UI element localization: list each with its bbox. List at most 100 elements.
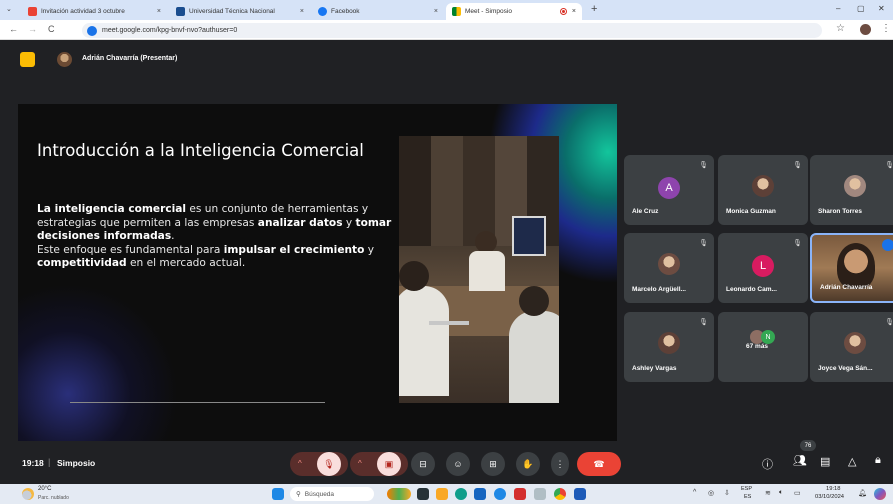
menu-icon[interactable]: ⋮ [881,23,891,34]
tray-chevron-icon[interactable]: ^ [693,489,696,496]
activities-icon[interactable]: △ [848,455,856,468]
close-window-button[interactable]: ✕ [878,4,885,13]
bookmark-star-icon[interactable]: ☆ [836,23,845,34]
volume-icon[interactable]: 🔈︎ [779,489,783,497]
participant-name: Ale Cruz [632,208,659,215]
tab-title: Facebook [331,8,360,15]
host-controls-icon[interactable]: 🔒︎ [875,454,881,467]
participant-avatar [658,253,680,275]
slide-divider [70,402,325,403]
weather-icon[interactable] [22,488,34,500]
mic-off-icon: 🎙︎ [699,162,708,169]
windows-start-icon[interactable] [272,488,284,500]
word-icon[interactable] [574,488,586,500]
weather-desc: Parc. nublado [38,495,69,501]
captions-button[interactable]: ⊟ [411,452,435,476]
camera-toggle-button[interactable]: ▣ [377,452,401,476]
mic-off-icon: 🎙︎ [885,162,893,169]
participant-tile[interactable]: A 🎙︎ Ale Cruz [624,155,714,225]
emoji-icon: ☺ [453,459,463,469]
participant-tile[interactable]: 🎙︎ Marcelo Argüell... [624,233,714,303]
profile-avatar[interactable] [860,24,871,35]
tab-meet[interactable]: Meet - Simposio × [446,3,582,20]
language-indicator[interactable]: ESP [741,486,752,492]
taskbar-search-box[interactable]: ⚲ Búsqueda [290,487,374,501]
video-options-chevron-icon[interactable]: ^ [358,459,362,468]
close-icon[interactable]: × [157,8,161,15]
participant-tile[interactable]: Adrián Chavarría [810,233,893,303]
utn-icon [176,7,185,16]
minimize-button[interactable]: – [836,4,840,13]
store-icon[interactable] [474,488,486,500]
new-tab-button[interactable]: + [591,3,597,15]
app-blue-icon[interactable] [494,488,506,500]
chat-icon[interactable]: ▤ [820,455,830,468]
leave-call-button[interactable]: ☎ [577,452,621,476]
edge-icon[interactable] [455,488,467,500]
mic-off-icon: 🎙︎ [699,319,708,326]
hangup-icon: ☎ [593,458,605,469]
presentation-header: Adrián Chavarría (Presentar) [0,41,893,79]
participant-name: Adrián Chavarría [820,284,873,291]
chrome-icon[interactable] [554,488,566,500]
widgets-icon[interactable] [387,488,411,500]
tab-search-icon[interactable]: ⌄ [6,5,12,13]
participant-tile[interactable]: 🎙︎ Joyce Vega Sán... [810,312,893,382]
participant-video [837,243,875,289]
back-icon[interactable]: ← [9,24,18,34]
participant-tile[interactable]: N 67 más [718,312,808,382]
app-gray-icon[interactable] [534,488,546,500]
task-view-icon[interactable] [417,488,429,500]
participant-tile[interactable]: 🎙︎ Monica Guzman [718,155,808,225]
slide-bold-text: analizar datos [257,216,343,229]
slide-title: Introducción a la Inteligencia Comercial [37,141,364,160]
forward-icon[interactable]: → [28,24,37,34]
file-explorer-icon[interactable] [436,488,448,500]
windows-taskbar: 20°C Parc. nublado ⚲ Búsqueda ^ ◎ ⇩ ESP … [0,484,893,504]
raise-hand-button[interactable]: ✋ [516,452,540,476]
mic-off-icon: 🎙︎ [885,319,893,326]
close-icon[interactable]: × [434,8,438,15]
maximize-button[interactable]: ▢ [857,4,865,13]
usb-icon[interactable]: ⇩ [724,489,730,497]
pdf-icon[interactable] [514,488,526,500]
people-icon[interactable]: 👥︎ [793,454,807,467]
more-options-button[interactable]: ⋮ [551,452,569,476]
meet-window: Adrián Chavarría (Presentar) Introducció… [0,41,893,484]
participant-tile[interactable]: L 🎙︎ Leonardo Cam... [718,233,808,303]
participant-name: Sharon Torres [818,208,862,215]
present-screen-icon: ⊞ [489,458,497,469]
reactions-button[interactable]: ☺ [446,452,470,476]
slide-text: Este enfoque es fundamental para [37,243,224,256]
tab-gmail[interactable]: Invitación actividad 3 octubre × [22,3,167,20]
url-bar[interactable]: meet.google.com/kpg-bnvf-nvo?authuser=0 [82,23,822,38]
mic-off-icon: 🎙︎ [793,162,802,169]
tray-app-icon[interactable]: ◎ [708,489,714,497]
wifi-icon[interactable]: ≋ [765,489,771,497]
participant-tile[interactable]: 🎙︎ Sharon Torres [810,155,893,225]
notifications-icon[interactable]: 🔔︎ [858,489,867,497]
audio-options-chevron-icon[interactable]: ^ [298,459,302,468]
tab-facebook[interactable]: Facebook × [312,3,444,20]
clock-date[interactable]: 03/10/2024 [815,494,844,500]
battery-icon[interactable]: ▭ [794,489,801,497]
meeting-time: 19:18 [22,458,44,468]
clock-time[interactable]: 19:18 [826,486,841,492]
close-icon[interactable]: × [572,8,576,15]
site-info-icon[interactable] [87,26,97,36]
reload-icon[interactable]: C [48,24,55,34]
slide-bold-text: competitividad [37,257,127,270]
participant-tile[interactable]: 🎙︎ Ashley Vargas [624,312,714,382]
tab-utn[interactable]: Universidad Técnica Nacional × [170,3,310,20]
copilot-icon[interactable] [874,488,886,500]
close-icon[interactable]: × [300,8,304,15]
present-button[interactable]: ⊞ [481,452,505,476]
mic-off-icon: 🎙︎ [793,240,802,247]
participant-name: Monica Guzman [726,208,776,215]
info-icon[interactable]: ⓘ [762,456,773,472]
people-count-badge: 76 [800,440,816,451]
hand-icon: ✋ [522,458,534,469]
mic-toggle-button[interactable]: 🎙︎ [317,452,341,476]
browser-tab-bar: ⌄ Invitación actividad 3 octubre × Unive… [0,0,893,20]
participant-name: Joyce Vega Sán... [818,365,873,372]
